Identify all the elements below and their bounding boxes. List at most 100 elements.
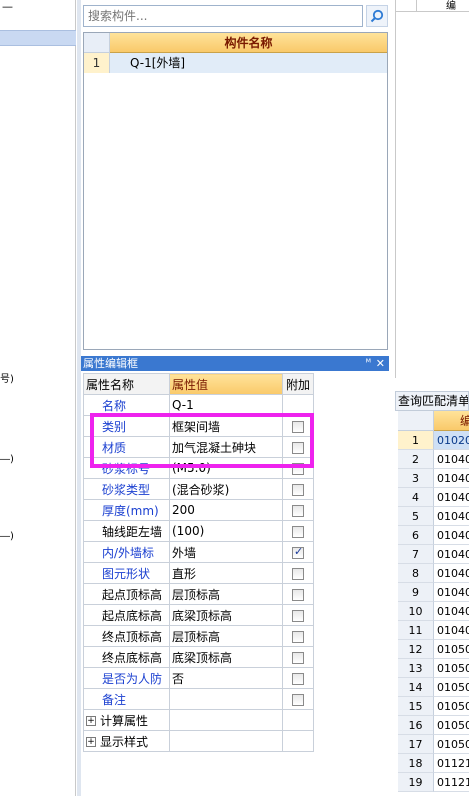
query-row-code[interactable]: 01020 bbox=[434, 431, 469, 450]
append-checkbox[interactable] bbox=[292, 504, 304, 517]
query-row[interactable]: 2 01040 bbox=[398, 450, 469, 469]
property-row-thickness[interactable]: 厚度(mm) 200 bbox=[83, 499, 314, 521]
append-checkbox[interactable] bbox=[292, 567, 304, 580]
property-row-axis-offset[interactable]: 轴线距左墙 (100) bbox=[83, 520, 314, 542]
property-value[interactable]: 外墙 bbox=[169, 541, 283, 563]
query-row-code[interactable]: 01050 bbox=[434, 697, 469, 716]
query-row[interactable]: 6 01040 bbox=[398, 526, 469, 545]
query-row-code[interactable]: 01040 bbox=[434, 450, 469, 469]
query-row-code[interactable]: 01040 bbox=[434, 488, 469, 507]
property-row-start-top[interactable]: 起点顶标高 层顶标高 bbox=[83, 583, 314, 605]
query-row-code[interactable]: 01040 bbox=[434, 507, 469, 526]
property-value[interactable]: 200 bbox=[169, 499, 283, 521]
splitter[interactable] bbox=[77, 0, 81, 796]
property-grid-header: 属性名称 属性值 附加 bbox=[83, 373, 314, 395]
append-checkbox[interactable] bbox=[292, 651, 304, 664]
append-checkbox[interactable] bbox=[292, 693, 304, 706]
property-value[interactable] bbox=[169, 688, 283, 710]
query-code-header[interactable]: 编 bbox=[434, 411, 469, 431]
property-row-end-bottom[interactable]: 终点底标高 底梁顶标高 bbox=[83, 646, 314, 668]
query-panel-title[interactable]: 查询匹配清单 bbox=[395, 391, 469, 411]
property-row-civil-defense[interactable]: 是否为人防 否 bbox=[83, 667, 314, 689]
query-row-code[interactable]: 01040 bbox=[434, 564, 469, 583]
query-row-code[interactable]: 01050 bbox=[434, 678, 469, 697]
query-row-code[interactable]: 01121 bbox=[434, 773, 469, 792]
append-checkbox[interactable] bbox=[292, 672, 304, 685]
property-group-calc[interactable]: + 计算属性 bbox=[83, 709, 314, 731]
query-row-code[interactable]: 01050 bbox=[434, 716, 469, 735]
append-checkbox-checked[interactable] bbox=[292, 545, 304, 559]
query-row[interactable]: 15 01050 bbox=[398, 697, 469, 716]
query-row[interactable]: 12 01050 bbox=[398, 640, 469, 659]
append-checkbox[interactable] bbox=[292, 609, 304, 622]
property-value[interactable]: 底梁顶标高 bbox=[169, 646, 283, 668]
append-checkbox[interactable] bbox=[292, 483, 304, 496]
property-group-display[interactable]: + 显示样式 bbox=[83, 730, 314, 752]
search-input[interactable] bbox=[83, 5, 363, 27]
query-row-number-header bbox=[398, 411, 434, 431]
property-value[interactable]: (混合砂浆) bbox=[169, 478, 283, 500]
pin-icon[interactable]: ᴹ bbox=[366, 356, 371, 371]
property-value[interactable]: 直形 bbox=[169, 562, 283, 584]
query-row-code[interactable]: 01040 bbox=[434, 526, 469, 545]
property-label: 内/外墙标 bbox=[83, 541, 170, 563]
column-divider bbox=[416, 0, 417, 12]
component-row[interactable]: 1 Q-1[外墙] bbox=[84, 53, 387, 73]
property-label: 砂浆类型 bbox=[83, 478, 170, 500]
property-row-remark[interactable]: 备注 bbox=[83, 688, 314, 710]
query-row[interactable]: 14 01050 bbox=[398, 678, 469, 697]
query-row-index: 13 bbox=[398, 659, 434, 678]
property-value[interactable]: (100) bbox=[169, 520, 283, 542]
component-row-name[interactable]: Q-1[外墙] bbox=[110, 53, 387, 73]
left-edge-text-1: 号) bbox=[0, 374, 14, 385]
property-row-mortar-type[interactable]: 砂浆类型 (混合砂浆) bbox=[83, 478, 314, 500]
append-checkbox[interactable] bbox=[292, 525, 304, 538]
property-value[interactable]: 否 bbox=[169, 667, 283, 689]
group-label-cell[interactable]: + 显示样式 bbox=[83, 730, 170, 752]
query-row-code[interactable]: 01040 bbox=[434, 469, 469, 488]
query-row-code[interactable]: 01040 bbox=[434, 602, 469, 621]
query-row-code[interactable]: 01040 bbox=[434, 621, 469, 640]
component-name-header[interactable]: 构件名称 bbox=[110, 33, 387, 53]
query-row-index: 3 bbox=[398, 469, 434, 488]
query-row-code[interactable]: 01040 bbox=[434, 583, 469, 602]
query-row[interactable]: 9 01040 bbox=[398, 583, 469, 602]
property-value[interactable]: 层顶标高 bbox=[169, 583, 283, 605]
property-value[interactable]: 底梁顶标高 bbox=[169, 604, 283, 626]
query-row[interactable]: 10 01040 bbox=[398, 602, 469, 621]
query-row[interactable]: 11 01040 bbox=[398, 621, 469, 640]
query-row-code[interactable]: 01050 bbox=[434, 659, 469, 678]
close-icon[interactable]: ✕ bbox=[376, 356, 385, 371]
query-row[interactable]: 4 01040 bbox=[398, 488, 469, 507]
component-list-header: 构件名称 bbox=[84, 33, 387, 53]
property-row-inner-outer[interactable]: 内/外墙标 外墙 bbox=[83, 541, 314, 563]
search-button[interactable] bbox=[366, 5, 388, 27]
query-row-index: 18 bbox=[398, 754, 434, 773]
query-row-code[interactable]: 01050 bbox=[434, 640, 469, 659]
query-row[interactable]: 19 01121 bbox=[398, 773, 469, 792]
query-row[interactable]: 1 01020 bbox=[398, 431, 469, 450]
property-row-shape[interactable]: 图元形状 直形 bbox=[83, 562, 314, 584]
query-row-code[interactable]: 01040 bbox=[434, 545, 469, 564]
query-row[interactable]: 16 01050 bbox=[398, 716, 469, 735]
highlight-annotation bbox=[90, 413, 314, 468]
query-row[interactable]: 17 01050 bbox=[398, 735, 469, 754]
expand-icon[interactable]: + bbox=[86, 737, 96, 747]
query-row[interactable]: 18 01121 bbox=[398, 754, 469, 773]
query-row-index: 15 bbox=[398, 697, 434, 716]
left-panel-selected-row[interactable] bbox=[0, 30, 76, 46]
property-value[interactable]: 层顶标高 bbox=[169, 625, 283, 647]
group-label-cell[interactable]: + 计算属性 bbox=[83, 709, 170, 731]
query-row-code[interactable]: 01050 bbox=[434, 735, 469, 754]
query-row-code[interactable]: 01121 bbox=[434, 754, 469, 773]
append-checkbox[interactable] bbox=[292, 630, 304, 643]
query-row[interactable]: 7 01040 bbox=[398, 545, 469, 564]
query-row[interactable]: 3 01040 bbox=[398, 469, 469, 488]
query-row[interactable]: 8 01040 bbox=[398, 564, 469, 583]
query-row[interactable]: 5 01040 bbox=[398, 507, 469, 526]
property-row-end-top[interactable]: 终点顶标高 层顶标高 bbox=[83, 625, 314, 647]
expand-icon[interactable]: + bbox=[86, 716, 96, 726]
property-row-start-bottom[interactable]: 起点底标高 底梁顶标高 bbox=[83, 604, 314, 626]
query-row[interactable]: 13 01050 bbox=[398, 659, 469, 678]
append-checkbox[interactable] bbox=[292, 588, 304, 601]
